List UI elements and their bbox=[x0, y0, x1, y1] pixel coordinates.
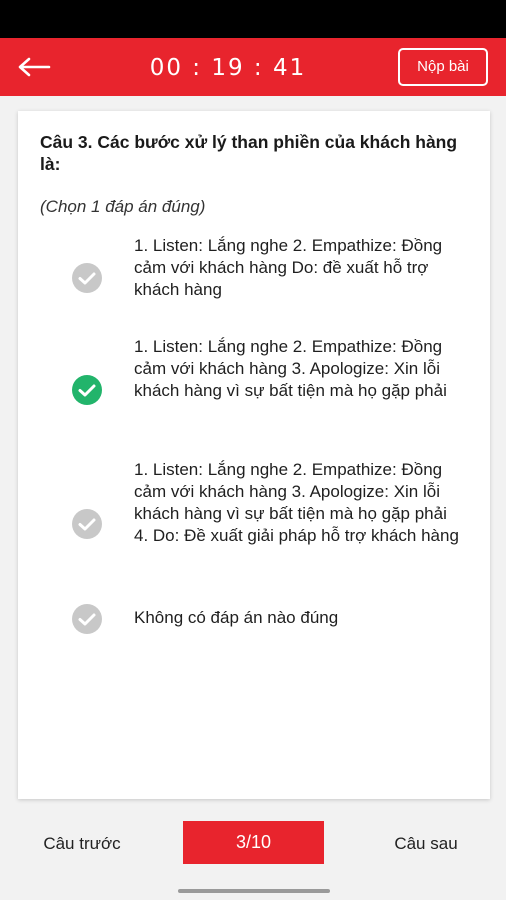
answer-option[interactable]: 1. Listen: Lắng nghe 2. Empathize: Đồng … bbox=[18, 233, 490, 323]
check-circle-icon bbox=[72, 263, 102, 293]
question-title: Câu 3. Các bước xử lý than phiền của khá… bbox=[40, 132, 458, 174]
status-bar bbox=[0, 0, 506, 38]
answer-option-text: 1. Listen: Lắng nghe 2. Empathize: Đồng … bbox=[134, 460, 459, 545]
answer-option-text: 1. Listen: Lắng nghe 2. Empathize: Đồng … bbox=[134, 337, 447, 400]
question-instruction: (Chọn 1 đáp án đúng) bbox=[40, 197, 206, 216]
answer-option-text: 1. Listen: Lắng nghe 2. Empathize: Đồng … bbox=[134, 236, 443, 299]
answer-option[interactable]: 1. Listen: Lắng nghe 2. Empathize: Đồng … bbox=[18, 457, 490, 591]
back-button[interactable] bbox=[14, 50, 54, 84]
check-circle-icon bbox=[72, 604, 102, 634]
check-circle-icon bbox=[72, 375, 102, 405]
question-counter[interactable]: 3/10 bbox=[183, 821, 324, 864]
arrow-left-icon bbox=[18, 57, 51, 77]
answer-option-text: Không có đáp án nào đúng bbox=[134, 608, 339, 627]
submit-button[interactable]: Nộp bài bbox=[398, 48, 488, 86]
question-card: Câu 3. Các bước xử lý than phiền của khá… bbox=[18, 111, 490, 799]
answer-option[interactable]: Không có đáp án nào đúng bbox=[18, 604, 490, 635]
exam-header: 00 : 19 : 41 Nộp bài bbox=[0, 38, 506, 96]
answer-option[interactable]: 1. Listen: Lắng nghe 2. Empathize: Đồng … bbox=[18, 334, 490, 446]
previous-question-button[interactable]: Câu trước bbox=[22, 828, 142, 860]
home-indicator[interactable] bbox=[178, 889, 330, 893]
check-circle-icon bbox=[72, 509, 102, 539]
next-question-button[interactable]: Câu sau bbox=[366, 828, 486, 860]
question-navigation: Câu trước 3/10 Câu sau bbox=[0, 808, 506, 900]
countdown-timer: 00 : 19 : 41 bbox=[149, 55, 307, 81]
